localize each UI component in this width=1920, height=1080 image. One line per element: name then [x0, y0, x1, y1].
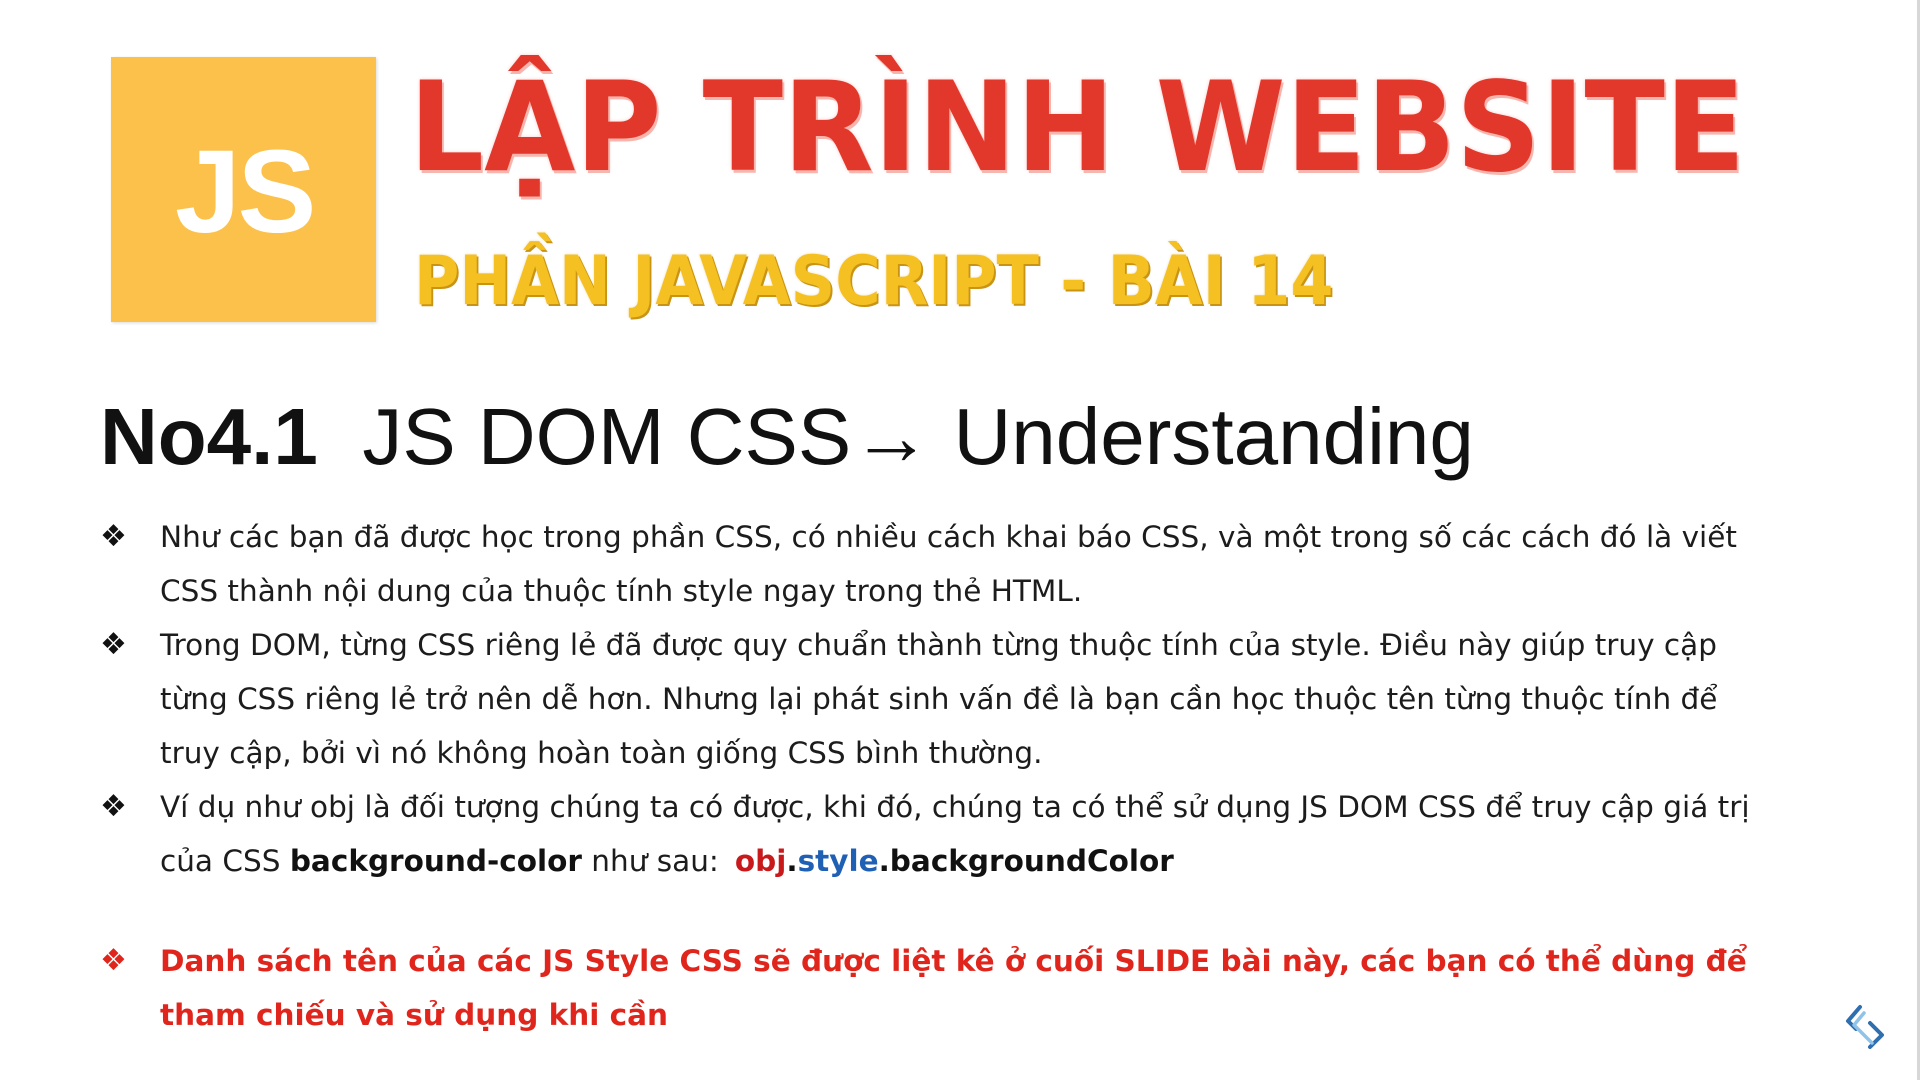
- code-property: .backgroundColor: [878, 844, 1174, 878]
- js-logo: JS: [111, 57, 376, 322]
- diamond-bullet-icon: ❖: [100, 627, 127, 662]
- slide: JS LẬP TRÌNH WEBSITE PHẦN JAVASCRIPT - B…: [0, 0, 1920, 1080]
- bullet-text-tail: như sau:: [581, 844, 719, 878]
- bullet-list: ❖ Như các bạn đã được học trong phần CSS…: [100, 510, 1770, 1042]
- code-dot: .: [786, 844, 798, 878]
- diamond-bullet-icon: ❖: [100, 789, 127, 824]
- slide-subtitle: PHẦN JAVASCRIPT - BÀI 14: [414, 242, 1334, 321]
- code-style: style: [797, 844, 879, 878]
- slide-title: LẬP TRÌNH WEBSITE: [409, 56, 1746, 200]
- section-heading-tail: Understanding: [953, 392, 1474, 481]
- list-item: ❖ Như các bạn đã được học trong phần CSS…: [100, 510, 1770, 618]
- section-heading: No4.1 JS DOM CSS→ Understanding: [100, 392, 1474, 482]
- diamond-bullet-icon: ❖: [100, 943, 127, 978]
- section-heading-text: JS DOM CSS: [362, 392, 852, 481]
- diamond-bullet-icon: ❖: [100, 519, 127, 554]
- bullet-text: Như các bạn đã được học trong phần CSS, …: [160, 520, 1737, 608]
- js-logo-text: JS: [175, 126, 316, 258]
- bullet-text: Trong DOM, từng CSS riêng lẻ đã được quy…: [160, 628, 1718, 770]
- list-item: ❖ Trong DOM, từng CSS riêng lẻ đã được q…: [100, 618, 1770, 780]
- bullet-text: Danh sách tên của các JS Style CSS sẽ đư…: [160, 944, 1747, 1032]
- section-number: No4.1: [100, 392, 318, 481]
- list-item-highlight: ❖ Danh sách tên của các JS Style CSS sẽ …: [100, 934, 1770, 1042]
- list-item: ❖ Ví dụ như obj là đối tượng chúng ta có…: [100, 780, 1770, 888]
- arrow-icon: →: [851, 392, 932, 481]
- code-obj: obj: [734, 844, 787, 878]
- css-property-name: background-color: [289, 844, 582, 878]
- brand-logo-icon: [1846, 1005, 1884, 1049]
